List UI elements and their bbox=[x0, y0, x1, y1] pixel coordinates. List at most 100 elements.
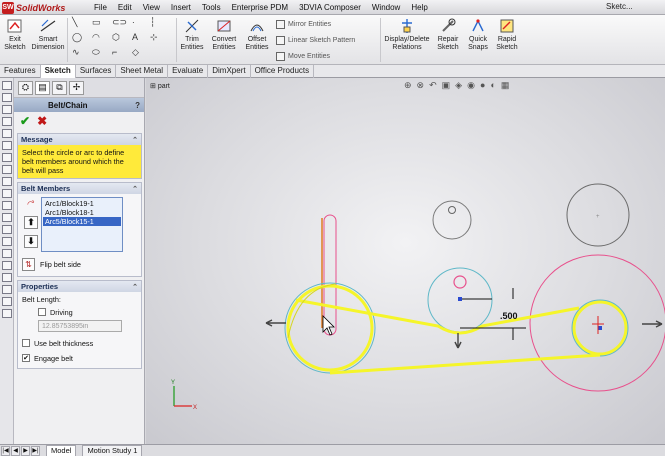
belt-pulley-left[interactable] bbox=[286, 284, 374, 372]
belt-members-header[interactable]: Belt Members ⌃ bbox=[18, 183, 141, 194]
quick-snaps-button[interactable]: Quick Snaps bbox=[465, 17, 491, 52]
properties-header[interactable]: Properties ⌃ bbox=[18, 281, 141, 292]
strip-icon[interactable] bbox=[2, 237, 12, 246]
dimension-label[interactable]: .500 bbox=[500, 311, 518, 321]
strip-icon[interactable] bbox=[2, 249, 12, 258]
center-point[interactable] bbox=[598, 326, 602, 330]
construction-small-circle[interactable] bbox=[453, 275, 467, 289]
engage-belt-row[interactable]: ✔ Engage belt bbox=[22, 352, 137, 364]
strip-icon[interactable] bbox=[2, 117, 12, 126]
tab-sheet-metal[interactable]: Sheet Metal bbox=[116, 65, 169, 78]
belt-members-list[interactable]: Arc1/Block19-1 Arc1/Block18-1 Arc5/Block… bbox=[41, 197, 123, 252]
collapse-chevron-icon[interactable]: ⌃ bbox=[132, 283, 138, 291]
message-header[interactable]: Message ⌃ bbox=[18, 134, 141, 145]
cancel-x-icon[interactable]: ✖ bbox=[37, 114, 47, 128]
tab-evaluate[interactable]: Evaluate bbox=[168, 65, 209, 78]
menu-enterprise-pdm[interactable]: Enterprise PDM bbox=[232, 3, 288, 12]
driving-checkbox[interactable] bbox=[38, 308, 46, 316]
move-entities-button[interactable]: Move Entities bbox=[276, 52, 330, 61]
move-up-button[interactable]: ⬆ bbox=[24, 216, 38, 229]
use-belt-thickness-checkbox[interactable] bbox=[22, 339, 30, 347]
repair-sketch-button[interactable]: Repair Sketch bbox=[434, 17, 462, 52]
flip-belt-side-button[interactable]: ⇅ bbox=[22, 258, 35, 271]
strip-icon[interactable] bbox=[2, 93, 12, 102]
strip-icon[interactable] bbox=[2, 81, 12, 90]
prev-tab-icon[interactable]: ◀ bbox=[11, 445, 20, 456]
menu-window[interactable]: Window bbox=[372, 3, 400, 12]
text-icon[interactable]: A bbox=[132, 32, 138, 42]
solidworks-logo[interactable]: SW SolidWorks bbox=[2, 1, 65, 14]
strip-icon[interactable] bbox=[2, 225, 12, 234]
graphics-area[interactable]: ⊞ part ⊕ ⊗ ↶ ▣ ◈ ◉ ● ◐ ▦ + Y X .500 bbox=[146, 78, 665, 444]
menu-insert[interactable]: Insert bbox=[171, 3, 191, 12]
menu-view[interactable]: View bbox=[143, 3, 160, 12]
ok-checkmark-icon[interactable]: ✔ bbox=[20, 114, 30, 128]
slot-icon[interactable]: ⊂⊃ bbox=[112, 17, 127, 28]
belt-top-segment[interactable] bbox=[295, 298, 580, 335]
strip-icon[interactable] bbox=[2, 201, 12, 210]
arc-icon[interactable]: ◠ bbox=[92, 32, 100, 43]
center-point[interactable] bbox=[458, 297, 462, 301]
dimxpert-manager-tab-icon[interactable]: ✢ bbox=[69, 80, 84, 95]
plane-icon[interactable]: ◇ bbox=[132, 47, 139, 58]
trim-entities-button[interactable]: Trim Entities bbox=[180, 17, 204, 52]
menu-3dvia-composer[interactable]: 3DVIA Composer bbox=[299, 3, 361, 12]
tab-features[interactable]: Features bbox=[0, 65, 41, 78]
next-tab-icon[interactable]: ▶ bbox=[21, 445, 30, 456]
property-manager-tab-icon[interactable]: ▤ bbox=[35, 80, 50, 95]
last-tab-icon[interactable]: ▶| bbox=[31, 445, 40, 456]
list-item[interactable]: Arc1/Block19-1 bbox=[43, 199, 121, 208]
offset-entities-button[interactable]: Offset Entities bbox=[243, 17, 271, 52]
ellipse-icon[interactable]: ⬭ bbox=[92, 47, 100, 58]
belt-member-circle[interactable] bbox=[284, 282, 376, 374]
tab-motion-study[interactable]: Motion Study 1 bbox=[82, 445, 143, 456]
polygon-icon[interactable]: ⬡ bbox=[112, 32, 120, 43]
centerline-icon[interactable]: ┆ bbox=[150, 17, 155, 28]
strip-icon[interactable] bbox=[2, 141, 12, 150]
use-belt-thickness-row[interactable]: Use belt thickness bbox=[22, 337, 137, 349]
strip-icon[interactable] bbox=[2, 105, 12, 114]
collapse-chevron-icon[interactable]: ⌃ bbox=[132, 136, 138, 144]
feature-manager-tab-icon[interactable]: ⛭ bbox=[18, 80, 33, 95]
drag-arrow-right-icon[interactable] bbox=[642, 320, 663, 328]
engage-belt-checkbox[interactable]: ✔ bbox=[22, 354, 30, 362]
configuration-manager-tab-icon[interactable]: ⧉ bbox=[52, 80, 67, 95]
tab-office-products[interactable]: Office Products bbox=[251, 65, 315, 78]
belt-length-field[interactable] bbox=[38, 320, 122, 332]
fillet-icon[interactable]: ⌐ bbox=[112, 47, 117, 57]
drag-arrow-down-icon[interactable] bbox=[454, 333, 462, 349]
move-down-button[interactable]: ⬇ bbox=[24, 235, 38, 248]
tab-sketch[interactable]: Sketch bbox=[40, 65, 76, 78]
rapid-sketch-button[interactable]: Rapid Sketch bbox=[494, 17, 520, 52]
flip-belt-side-row[interactable]: ⇅ Flip belt side bbox=[18, 254, 141, 276]
strip-icon[interactable] bbox=[2, 189, 12, 198]
mirror-entities-button[interactable]: Mirror Entities bbox=[276, 20, 331, 29]
strip-icon[interactable] bbox=[2, 213, 12, 222]
strip-icon[interactable] bbox=[2, 177, 12, 186]
exit-sketch-button[interactable]: Exit Sketch bbox=[3, 17, 27, 52]
tab-dimxpert[interactable]: DimXpert bbox=[208, 65, 251, 78]
collapse-chevron-icon[interactable]: ⌃ bbox=[132, 185, 138, 193]
strip-icon[interactable] bbox=[2, 309, 12, 318]
point-icon[interactable]: ∙ bbox=[132, 17, 135, 27]
strip-icon[interactable] bbox=[2, 273, 12, 282]
menu-help[interactable]: Help bbox=[411, 3, 427, 12]
spline-icon[interactable]: ∿ bbox=[72, 47, 80, 58]
rectangle-icon[interactable]: ▭ bbox=[92, 17, 101, 28]
circle-icon[interactable]: ◯ bbox=[72, 32, 82, 43]
smart-dimension-button[interactable]: Smart Dimension bbox=[30, 17, 66, 52]
construction-slot[interactable] bbox=[323, 214, 337, 336]
tab-surfaces[interactable]: Surfaces bbox=[76, 65, 117, 78]
strip-icon[interactable] bbox=[2, 261, 12, 270]
drag-arrow-left-icon[interactable] bbox=[265, 319, 286, 327]
display-delete-relations-button[interactable]: Display/Delete Relations bbox=[384, 17, 430, 52]
strip-icon[interactable] bbox=[2, 285, 12, 294]
convert-entities-button[interactable]: Convert Entities bbox=[208, 17, 240, 52]
belt-bottom-segment[interactable] bbox=[329, 353, 601, 375]
list-item[interactable]: Arc1/Block18-1 bbox=[43, 208, 121, 217]
menu-file[interactable]: File bbox=[94, 3, 107, 12]
menu-edit[interactable]: Edit bbox=[118, 3, 132, 12]
line-icon[interactable]: ╲ bbox=[72, 17, 77, 28]
list-item-selected[interactable]: Arc5/Block15-1 bbox=[43, 217, 121, 226]
construction-icon[interactable]: ⊹ bbox=[150, 32, 158, 43]
